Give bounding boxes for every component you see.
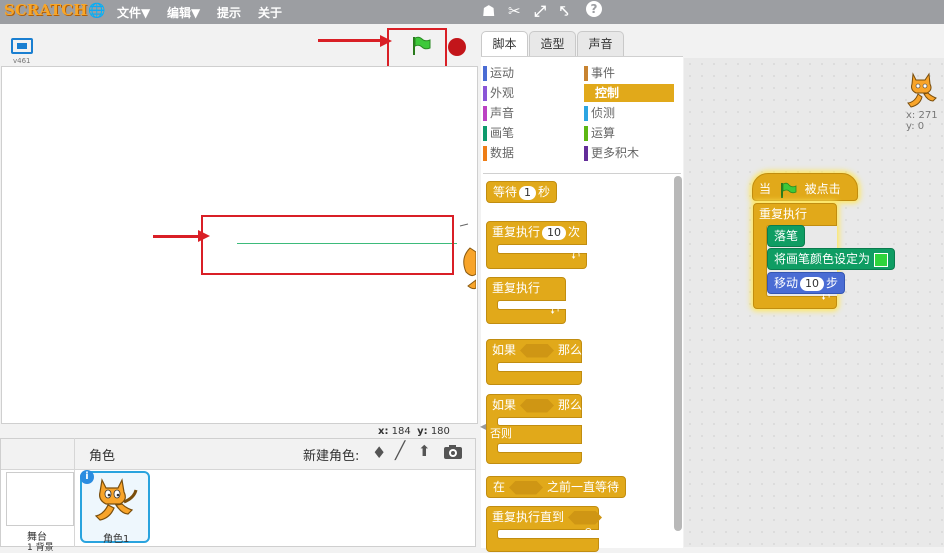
sprite-info-icon[interactable]: i [80,470,94,484]
stop-icon[interactable] [448,38,466,56]
menu-edit[interactable]: 编辑▼ [167,4,200,21]
camera-icon[interactable] [443,444,463,460]
menu-file[interactable]: 文件▼ [117,4,150,21]
shrink-icon[interactable]: ⤣ [560,2,568,20]
block-wait[interactable]: 等待 1 秒 [486,181,558,203]
globe-icon[interactable]: 🌐 [88,3,105,19]
sprite-y: 0 [917,121,925,132]
block-forever[interactable]: 重复执行 ⮏ [486,277,566,324]
category-pen[interactable]: 画笔 [483,124,580,142]
block-repeat-until[interactable]: 重复执行直到 ⮏ [486,506,603,552]
block-pen-down[interactable]: 落笔 [767,225,806,247]
annotation-arrow-icon [198,230,210,242]
category-motion[interactable]: 运动 [483,64,580,82]
version-label: v461 [13,57,31,65]
panel-divider [74,438,75,547]
cat-sprite-icon [94,478,138,521]
help-icon[interactable]: ? [586,1,602,17]
tab-sounds[interactable]: 声音 [577,31,624,56]
paint-sprite-icon[interactable]: ╱ [395,441,405,461]
new-sprite-label: 新建角色: [303,449,360,464]
tab-scripts[interactable]: 脚本 [481,31,528,58]
category-sensing[interactable]: 侦测 [584,104,681,122]
sprite-x: 271 [918,110,938,121]
delete-icon[interactable]: ✂ [508,2,521,20]
sprite-name: 角色1 [103,534,130,545]
block-if-else[interactable]: 如果 那么 否则 [486,394,582,464]
block-move-steps[interactable]: 移动 10 步 [767,272,846,294]
loop-arrow-icon: ⮏ [571,249,580,262]
sprite-position: x: 271 y: 0 [906,110,938,132]
category-separator [483,173,681,174]
fullscreen-icon[interactable] [11,38,33,54]
category-looks[interactable]: 外观 [483,84,580,102]
mouse-coordinates: x: 184 y: 180 [378,426,450,437]
choose-sprite-library-icon[interactable]: ♦ [372,443,386,462]
category-data[interactable]: 数据 [483,144,580,162]
menu-about[interactable]: 关于 [258,4,282,21]
sprite-preview-icon [907,72,937,108]
mouse-x: 184 [391,426,411,437]
pen-color-swatch[interactable] [874,252,889,267]
block-set-pen-color[interactable]: 将画笔颜色设定为 [767,248,896,270]
stage-thumbnail[interactable] [6,472,74,526]
sprite-cat-partial[interactable] [458,218,476,293]
flag-highlight-box [387,28,447,68]
category-list: 运动 事件 外观 控制 声音 侦测 画笔 运算 数据 更多积木 [483,60,681,172]
category-events[interactable]: 事件 [584,64,681,82]
duplicate-icon[interactable]: ☗ [482,2,495,20]
annotation-arrow-shaft [318,39,382,42]
mouse-y: 180 [430,426,450,437]
loop-arrow-icon: ⮏ [550,304,559,317]
green-flag-icon [780,182,797,198]
category-control[interactable]: 控制 [584,84,674,102]
scratch-logo[interactable]: SCRATCH [4,1,87,19]
sprites-title: 角色 [89,449,116,464]
upload-sprite-icon[interactable]: ⬆ [418,442,431,460]
block-wait-until[interactable]: 在之前一直等待 [486,476,627,498]
block-when-flag-clicked[interactable]: 当 被点击 [752,173,858,201]
category-sound[interactable]: 声音 [483,104,580,122]
annotation-arrow-icon [380,35,392,47]
block-if[interactable]: 如果 那么 [486,339,582,385]
annotation-arrow-shaft [153,235,201,238]
tab-costumes[interactable]: 造型 [529,31,576,56]
palette-scrollbar[interactable] [674,176,682,531]
loop-arrow-icon: ⮏ [583,526,592,539]
pen-line-highlight-box [201,215,454,275]
category-operators[interactable]: 运算 [584,124,681,142]
menu-tips[interactable]: 提示 [217,4,241,21]
grow-icon[interactable]: ⤢ [534,2,546,20]
block-repeat[interactable]: 重复执行 10 次 ⮏ [486,221,587,269]
category-more-blocks[interactable]: 更多积木 [584,144,681,162]
